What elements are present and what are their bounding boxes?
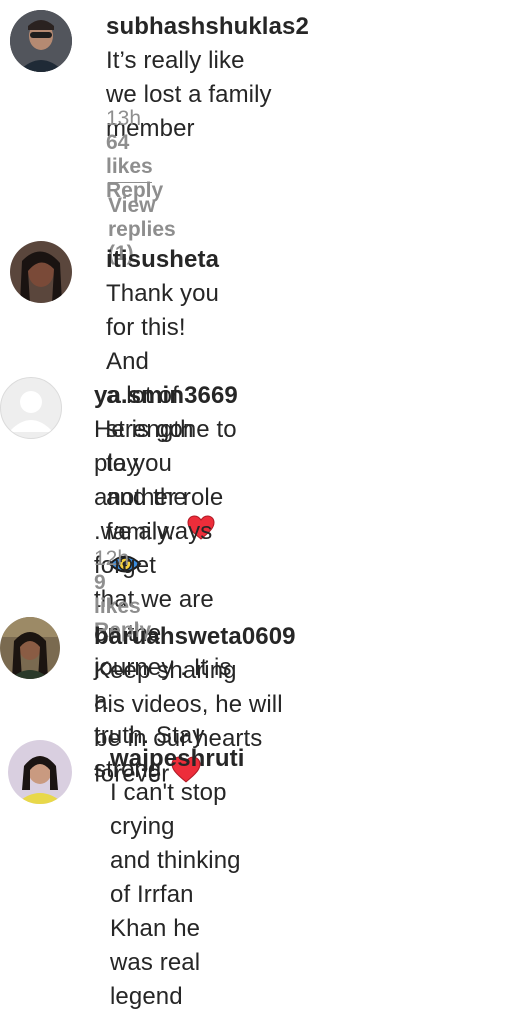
comment-username[interactable]: itisusheta xyxy=(106,246,219,273)
comment-username[interactable]: subhashshuklas2 xyxy=(106,13,309,40)
comment-body: He is gone to play xyxy=(94,416,237,477)
comment-body: was real legend xyxy=(110,949,201,1010)
comment-time: 13h xyxy=(106,107,142,130)
comment-body: Thank you for this! And xyxy=(106,280,219,375)
comment-username[interactable]: baruahsweta0609 xyxy=(94,623,296,650)
comment-body: and thinking of Irrfan Khan he xyxy=(110,847,241,942)
avatar[interactable] xyxy=(8,740,72,804)
comment-username[interactable]: wajpeshruti xyxy=(110,745,244,772)
comment-body: I can't stop crying xyxy=(110,779,227,840)
comment-body: It’s really like xyxy=(106,47,245,74)
comment-body: Keep sharing xyxy=(94,657,237,684)
avatar[interactable] xyxy=(10,241,72,303)
avatar[interactable] xyxy=(10,10,72,72)
avatar[interactable] xyxy=(0,617,60,679)
divider xyxy=(108,181,152,183)
comment-likes[interactable]: 9 likes xyxy=(94,571,151,619)
comment-username[interactable]: ya.smin3669 xyxy=(94,382,238,409)
comment-time: 12h xyxy=(94,547,130,570)
comment-text: wajpeshruti I can't stop crying and thin… xyxy=(110,742,244,1014)
avatar[interactable] xyxy=(0,377,62,439)
